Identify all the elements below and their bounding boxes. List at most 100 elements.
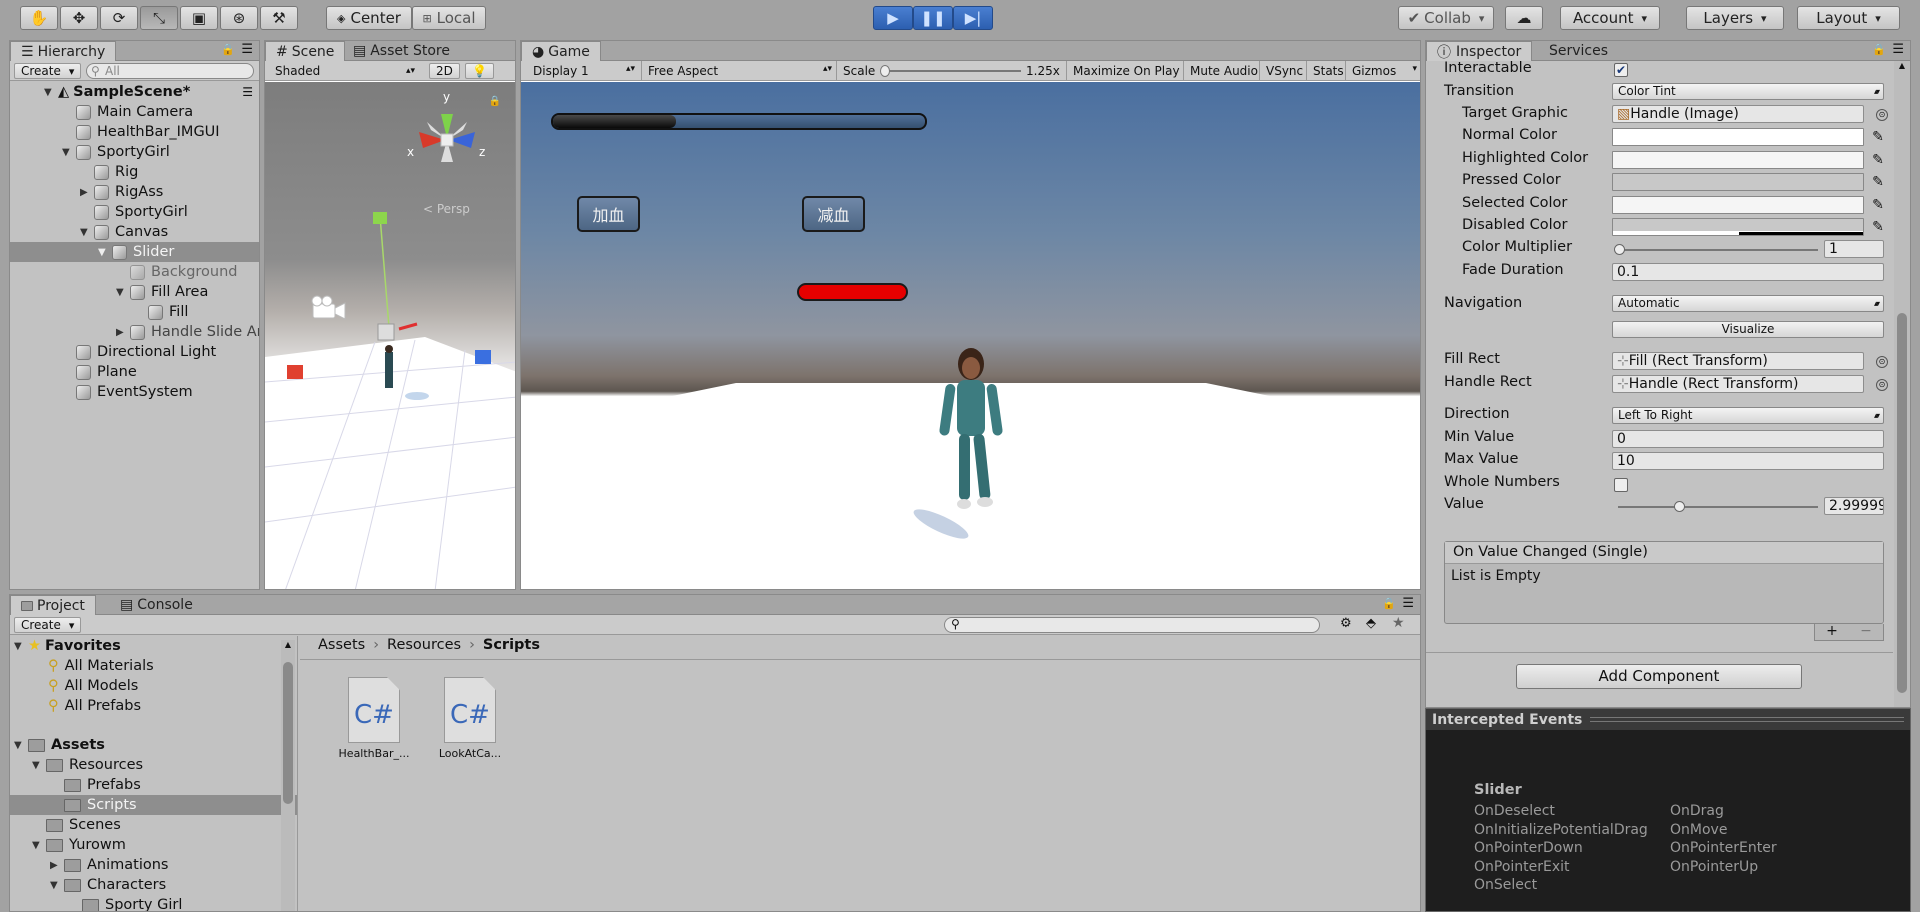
hierarchy-item[interactable]: ▼ Fill Area (10, 282, 259, 302)
game-viewport[interactable]: 加血 减血 (521, 82, 1420, 589)
tab-scene[interactable]: # Scene (265, 41, 346, 61)
collapse-arrow-icon[interactable]: ▶ (50, 860, 64, 871)
expand-arrow-icon[interactable]: ▼ (14, 641, 28, 652)
panel-menu-icon[interactable]: ☰ (241, 42, 253, 57)
color-multiplier-slider[interactable] (1614, 244, 1818, 255)
min-value-input[interactable]: 0 (1612, 430, 1884, 448)
scroll-up-icon[interactable]: ▲ (281, 640, 295, 649)
move-tool-button[interactable]: ✥ (60, 6, 98, 30)
object-picker-icon[interactable]: ⊙ (1876, 379, 1888, 391)
favorite-item[interactable]: ⚲ All Prefabs (10, 696, 297, 716)
rotate-tool-button[interactable]: ⟳ (100, 6, 138, 30)
visualize-button[interactable]: Visualize (1612, 321, 1884, 338)
plus-icon[interactable]: + (1826, 624, 1838, 640)
asset-file[interactable]: C# HealthBar_... (338, 677, 410, 760)
eyedropper-icon[interactable]: ✎ (1870, 173, 1886, 191)
expand-arrow-icon[interactable]: ▼ (32, 760, 46, 771)
mode-2d-button[interactable]: 2D (429, 63, 460, 79)
lock-icon[interactable]: 🔒 (1872, 43, 1886, 56)
hierarchy-item-selected[interactable]: ▼ Slider (10, 242, 259, 262)
asset-file[interactable]: C# LookAtCa... (434, 677, 506, 760)
folder-row[interactable]: Prefabs (10, 775, 297, 795)
cloud-button[interactable]: ☁ (1505, 6, 1543, 30)
tab-console[interactable]: ▤ Console (110, 595, 203, 615)
slider-thumb[interactable] (1674, 501, 1685, 512)
inspector-scrollbar[interactable]: ▲ (1894, 61, 1910, 707)
lighting-toggle[interactable]: 💡 (465, 63, 494, 79)
selected-cube[interactable] (377, 323, 395, 341)
hierarchy-item[interactable]: ▶ Handle Slide Ar (10, 322, 259, 342)
reduce-health-button[interactable]: 减血 (802, 196, 865, 232)
expand-arrow-icon[interactable]: ▼ (44, 87, 58, 98)
interactable-checkbox[interactable]: ✔ (1614, 63, 1628, 77)
rect-tool-button[interactable]: ▣ (180, 6, 218, 30)
maximize-on-play-toggle[interactable]: Maximize On Play (1066, 61, 1186, 80)
custom-tool-button[interactable]: ⚒ (260, 6, 298, 30)
breadcrumb-item[interactable]: Assets (318, 637, 365, 653)
tab-hierarchy[interactable]: ☰ Hierarchy (10, 41, 117, 61)
folder-row-selected[interactable]: Scripts (10, 795, 297, 815)
folder-row[interactable]: ▼ Characters (10, 875, 297, 895)
expand-arrow-icon[interactable]: ▼ (80, 227, 94, 238)
folder-row[interactable]: Scenes (10, 815, 297, 835)
hierarchy-item[interactable]: Main Camera (10, 102, 259, 122)
eyedropper-icon[interactable]: ✎ (1870, 218, 1886, 236)
pressed-color-swatch[interactable] (1612, 173, 1864, 191)
shading-dropdown[interactable]: Shaded ▴▾ (269, 63, 417, 79)
tab-services[interactable]: Services (1539, 41, 1618, 61)
step-button[interactable]: ▶| (953, 6, 993, 30)
filter-label-icon[interactable]: ⬘ (1366, 616, 1376, 631)
expand-arrow-icon[interactable]: ▼ (14, 740, 28, 751)
favorite-star-icon[interactable]: ★ (1392, 615, 1405, 631)
transform-tool-button[interactable]: ⊛ (220, 6, 258, 30)
scale-slider[interactable] (880, 65, 1021, 77)
lock-icon[interactable]: 🔒 (221, 43, 235, 56)
scene-row[interactable]: ▼ ◭ SampleScene* ☰ (10, 82, 259, 102)
collab-dropdown[interactable]: ✔ Collab (1398, 6, 1494, 30)
play-button[interactable]: ▶ (873, 6, 913, 30)
hierarchy-item[interactable]: ▶ RigAss (10, 182, 259, 202)
hierarchy-item[interactable]: Background (10, 262, 259, 282)
folder-row[interactable]: ▶ Animations (10, 855, 297, 875)
favorites-row[interactable]: ▼ ★ Favorites (10, 636, 297, 656)
tab-inspector[interactable]: ⓘ Inspector (1426, 41, 1533, 61)
lock-icon[interactable]: 🔒 (1382, 597, 1396, 610)
add-health-button[interactable]: 加血 (577, 196, 640, 232)
stats-toggle[interactable]: Stats (1306, 61, 1350, 80)
target-graphic-field[interactable]: ▧Handle (Image) (1612, 105, 1864, 123)
account-dropdown[interactable]: Account (1560, 6, 1660, 30)
favorite-item[interactable]: ⚲ All Models (10, 676, 297, 696)
expand-arrow-icon[interactable]: ▼ (116, 287, 130, 298)
max-value-input[interactable]: 10 (1612, 452, 1884, 470)
eyedropper-icon[interactable]: ✎ (1870, 196, 1886, 214)
eyedropper-icon[interactable]: ✎ (1870, 151, 1886, 169)
hierarchy-item[interactable]: Plane (10, 362, 259, 382)
slider-thumb[interactable] (1614, 244, 1625, 255)
add-component-button[interactable]: Add Component (1516, 664, 1802, 689)
tree-scrollbar[interactable]: ▲ (281, 640, 295, 911)
ui-slider[interactable] (797, 283, 908, 301)
hierarchy-item[interactable]: SportyGirl (10, 202, 259, 222)
hierarchy-search-input[interactable]: ⚲ All (86, 63, 254, 79)
panel-menu-icon[interactable]: ☰ (1892, 42, 1904, 57)
gizmos-dropdown[interactable]: Gizmos ▾ (1345, 61, 1420, 80)
display-dropdown[interactable]: Display 1 ▴▾ (533, 64, 635, 78)
fade-duration-input[interactable]: 0.1 (1612, 263, 1884, 281)
breadcrumb-item-current[interactable]: Scripts (483, 637, 540, 653)
hierarchy-item[interactable]: HealthBar_IMGUI (10, 122, 259, 142)
hierarchy-item[interactable]: ▼ Canvas (10, 222, 259, 242)
inspector-scrollbar-thumb[interactable] (1897, 313, 1907, 693)
orientation-gizmo[interactable]: y x z (405, 90, 489, 180)
value-slider[interactable] (1618, 501, 1818, 512)
tab-asset-store[interactable]: ▤ Asset Store (343, 41, 460, 61)
expand-arrow-icon[interactable]: ▼ (62, 147, 76, 158)
project-create-button[interactable]: Create (14, 617, 82, 633)
normal-color-swatch[interactable] (1612, 128, 1864, 146)
green-gizmo-handle[interactable] (373, 212, 387, 224)
hierarchy-item[interactable]: ▼ SportyGirl (10, 142, 259, 162)
color-multiplier-input[interactable]: 1 (1824, 240, 1884, 258)
scene-viewport[interactable]: y x z 🔒 < Persp (265, 82, 515, 589)
hierarchy-item[interactable]: EventSystem (10, 382, 259, 402)
hierarchy-item[interactable]: Directional Light (10, 342, 259, 362)
collapse-arrow-icon[interactable]: ▶ (80, 187, 94, 198)
